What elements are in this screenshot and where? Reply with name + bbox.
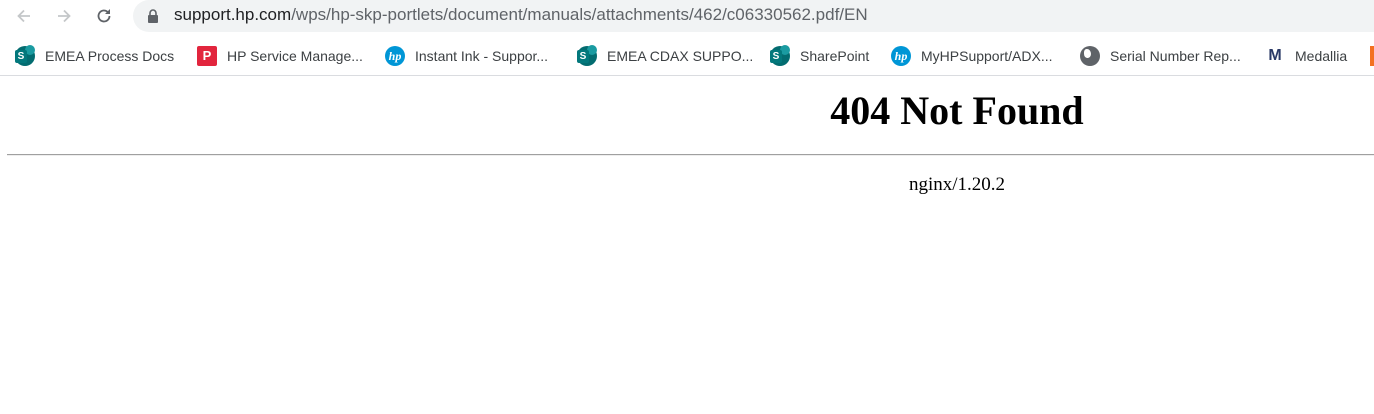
sharepoint-icon bbox=[577, 45, 597, 66]
sharepoint-icon bbox=[15, 45, 35, 66]
hp-icon: hp bbox=[385, 46, 405, 66]
bookmark-overflow-icon[interactable] bbox=[1370, 46, 1374, 66]
hp-icon: hp bbox=[891, 46, 911, 66]
url-host: support.hp.com bbox=[174, 5, 292, 24]
bookmark-emea-process-docs[interactable]: EMEA Process Docs bbox=[15, 45, 174, 67]
url-text[interactable]: support.hp.com/wps/hp-skp-portlets/docum… bbox=[174, 5, 868, 25]
bookmark-label: Instant Ink - Suppor... bbox=[415, 48, 549, 64]
bookmark-label: Medallia bbox=[1295, 48, 1348, 64]
bookmarks-bar: EMEA Process Docs P HP Service Manage...… bbox=[0, 37, 1374, 76]
bookmark-label: SharePoint bbox=[800, 48, 870, 64]
bookmark-label: Serial Number Rep... bbox=[1110, 48, 1241, 64]
bookmark-instant-ink-support[interactable]: hp Instant Ink - Suppor... bbox=[385, 45, 548, 67]
address-bar[interactable]: support.hp.com/wps/hp-skp-portlets/docum… bbox=[133, 0, 1374, 32]
bookmark-label: MyHPSupport/ADX... bbox=[921, 48, 1053, 64]
bookmark-sharepoint[interactable]: SharePoint bbox=[770, 45, 869, 67]
sharepoint-icon bbox=[770, 45, 790, 66]
page-content: 404 Not Found nginx/1.20.2 bbox=[0, 78, 1374, 414]
bookmark-label: EMEA CDAX SUPPO... bbox=[607, 48, 754, 64]
error-heading: 404 Not Found bbox=[830, 88, 1084, 133]
reload-icon bbox=[97, 9, 111, 23]
bookmark-emea-cdax-support[interactable]: EMEA CDAX SUPPO... bbox=[577, 45, 753, 67]
divider bbox=[7, 154, 1374, 156]
back-arrow-icon bbox=[17, 9, 30, 23]
bookmark-label: EMEA Process Docs bbox=[45, 48, 175, 64]
bookmark-serial-number-report[interactable]: Serial Number Rep... bbox=[1080, 45, 1241, 67]
globe-icon bbox=[1080, 46, 1100, 66]
browser-toolbar: support.hp.com/wps/hp-skp-portlets/docum… bbox=[0, 0, 1374, 34]
back-button[interactable] bbox=[11, 3, 37, 29]
url-path: /wps/hp-skp-portlets/document/manuals/at… bbox=[291, 5, 868, 24]
pdf-icon: P bbox=[197, 46, 217, 66]
bookmark-myhpsupport-adx[interactable]: hp MyHPSupport/ADX... bbox=[891, 45, 1053, 67]
bookmark-medallia[interactable]: M Medallia bbox=[1265, 45, 1347, 67]
bookmark-label: HP Service Manage... bbox=[227, 48, 363, 64]
bookmark-hp-service-manager[interactable]: P HP Service Manage... bbox=[197, 45, 363, 67]
lock-icon[interactable] bbox=[147, 9, 159, 23]
server-signature: nginx/1.20.2 bbox=[908, 174, 1006, 195]
forward-button[interactable] bbox=[51, 3, 77, 29]
reload-button[interactable] bbox=[91, 3, 117, 29]
forward-arrow-icon bbox=[58, 9, 71, 23]
medallia-icon: M bbox=[1268, 47, 1282, 64]
